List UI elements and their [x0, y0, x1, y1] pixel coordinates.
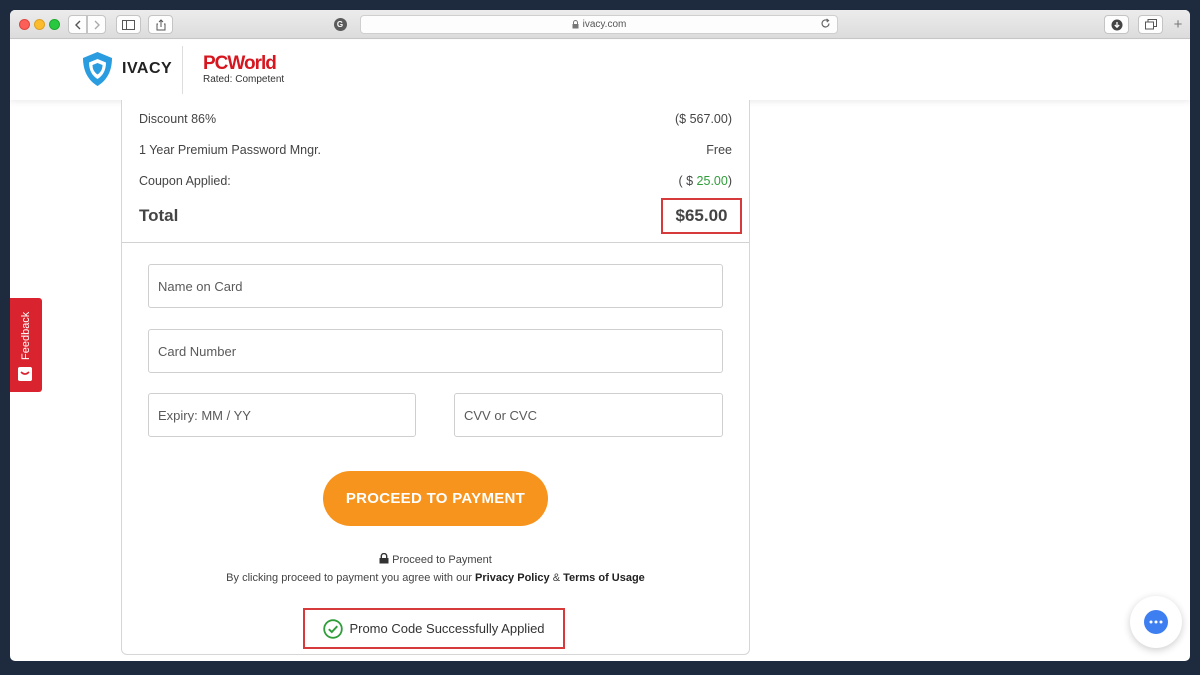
password-manager-value: Free: [706, 143, 732, 157]
downloads-button[interactable]: [1104, 15, 1129, 34]
coupon-amount: 25.00: [696, 174, 728, 188]
new-tab-button[interactable]: +: [1170, 16, 1186, 33]
zoom-window-button[interactable]: [49, 19, 60, 30]
section-divider: [122, 242, 749, 243]
total-label: Total: [139, 206, 179, 225]
discount-label: Discount 86%: [139, 112, 217, 126]
discount-value: ($ 567.00): [675, 112, 732, 126]
minimize-window-button[interactable]: [34, 19, 45, 30]
lock-icon: [379, 553, 389, 564]
ivacy-shield-icon: [83, 52, 112, 86]
terms-of-usage-link[interactable]: Terms of Usage: [563, 572, 645, 584]
chevron-right-icon: [94, 20, 100, 29]
coupon-row: Coupon Applied: ( $ 25.00): [139, 174, 732, 188]
header-divider: [182, 46, 183, 94]
feedback-tab[interactable]: Feedback: [10, 298, 42, 392]
site-header: IVACY PCWorld Rated: Competent: [10, 40, 1190, 100]
password-manager-label: 1 Year Premium Password Mngr.: [139, 143, 322, 157]
cvv-input[interactable]: [464, 407, 722, 423]
card-number-input[interactable]: [158, 343, 722, 359]
promo-success-text: Promo Code Successfully Applied: [349, 621, 545, 636]
coupon-value: ( $ 25.00): [678, 174, 732, 188]
checkout-card: Discount 86% ($ 567.00) 1 Year Premium P…: [121, 100, 750, 655]
coupon-label: Coupon Applied:: [139, 174, 231, 188]
coupon-prefix: ( $: [678, 174, 697, 188]
cvv-field[interactable]: [454, 393, 723, 437]
browser-window: G ivacy.com + IVACY PCWorld Rated: Compe…: [10, 10, 1190, 661]
download-icon: [1111, 19, 1122, 30]
check-circle-icon: [323, 618, 344, 639]
chat-icon: [1144, 610, 1168, 634]
tab-overview-button[interactable]: [1138, 15, 1163, 34]
name-on-card-input[interactable]: [158, 278, 722, 294]
browser-toolbar: G ivacy.com +: [10, 10, 1190, 39]
close-window-button[interactable]: [19, 19, 30, 30]
password-manager-row: 1 Year Premium Password Mngr. Free: [139, 143, 732, 157]
pcworld-logo: PCWorld: [203, 53, 277, 74]
share-button[interactable]: [148, 15, 173, 34]
reload-icon[interactable]: [820, 18, 831, 29]
discount-row: Discount 86% ($ 567.00): [139, 112, 732, 126]
sidebar-icon: [122, 19, 135, 30]
chat-widget-button[interactable]: [1130, 596, 1182, 648]
total-value: $65.00: [661, 198, 742, 234]
forward-button[interactable]: [87, 15, 106, 34]
agreement-prefix: By clicking proceed to payment you agree…: [226, 572, 476, 584]
agreement-amp: &: [549, 572, 564, 584]
card-number-field[interactable]: [148, 329, 723, 373]
promo-success-message: Promo Code Successfully Applied: [303, 608, 565, 649]
expiry-field[interactable]: [148, 393, 416, 437]
chevron-left-icon: [74, 20, 80, 29]
secure-note: Proceed to Payment: [122, 553, 749, 566]
address-bar[interactable]: ivacy.com: [360, 15, 838, 34]
feedback-label: Feedback: [20, 311, 32, 361]
name-on-card-field[interactable]: [148, 264, 723, 308]
secure-note-text: Proceed to Payment: [392, 554, 492, 566]
sidebar-toggle-button[interactable]: [116, 15, 141, 34]
proceed-to-payment-button[interactable]: PROCEED TO PAYMENT: [323, 471, 548, 526]
lock-icon: [572, 20, 579, 29]
privacy-policy-link[interactable]: Privacy Policy: [475, 572, 550, 584]
pcworld-rating: Rated: Competent: [203, 74, 285, 85]
grammarly-icon: G: [333, 18, 347, 31]
expiry-input[interactable]: [158, 407, 415, 423]
share-icon: [156, 18, 165, 30]
coupon-suffix: ): [727, 174, 732, 188]
feedback-icon: [18, 367, 32, 381]
grammarly-extension-button[interactable]: G: [329, 15, 351, 34]
brand-name[interactable]: IVACY: [122, 60, 172, 78]
back-button[interactable]: [68, 15, 87, 34]
tabs-icon: [1144, 19, 1157, 30]
url-text: ivacy.com: [582, 19, 627, 30]
agreement-text: By clicking proceed to payment you agree…: [122, 572, 749, 584]
